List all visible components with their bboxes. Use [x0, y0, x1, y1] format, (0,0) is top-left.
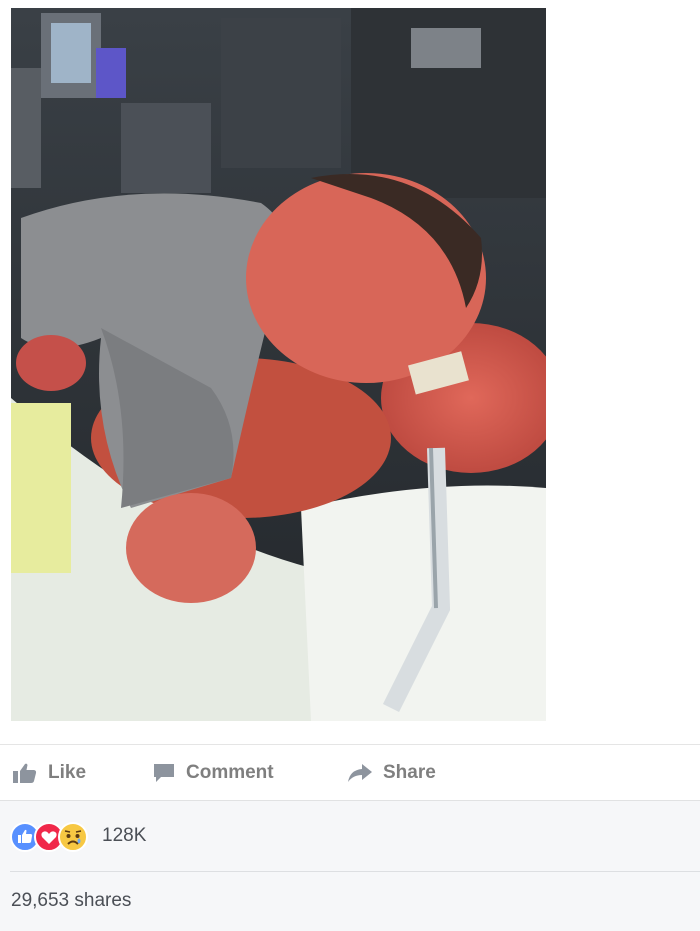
like-label: Like — [48, 762, 87, 783]
post-footer: 128K 29,653 shares — [0, 800, 700, 931]
share-arrow-icon — [348, 764, 372, 782]
like-button[interactable]: Like — [12, 745, 86, 801]
post-photo[interactable] — [11, 8, 546, 721]
post-action-bar: Like Comment Share — [0, 744, 700, 801]
footer-divider — [10, 871, 700, 872]
sad-icon — [58, 822, 88, 852]
comment-label: Comment — [186, 762, 274, 783]
shares-count[interactable]: 29,653 shares — [11, 890, 131, 912]
share-button[interactable]: Share — [347, 745, 436, 801]
comment-button[interactable]: Comment — [152, 745, 274, 801]
share-label: Share — [383, 762, 436, 783]
thumbs-up-icon — [13, 763, 37, 783]
reaction-icons — [10, 820, 98, 852]
comment-icon — [154, 764, 174, 782]
reaction-count[interactable]: 128K — [102, 825, 146, 847]
reactions-summary[interactable]: 128K — [10, 820, 146, 852]
